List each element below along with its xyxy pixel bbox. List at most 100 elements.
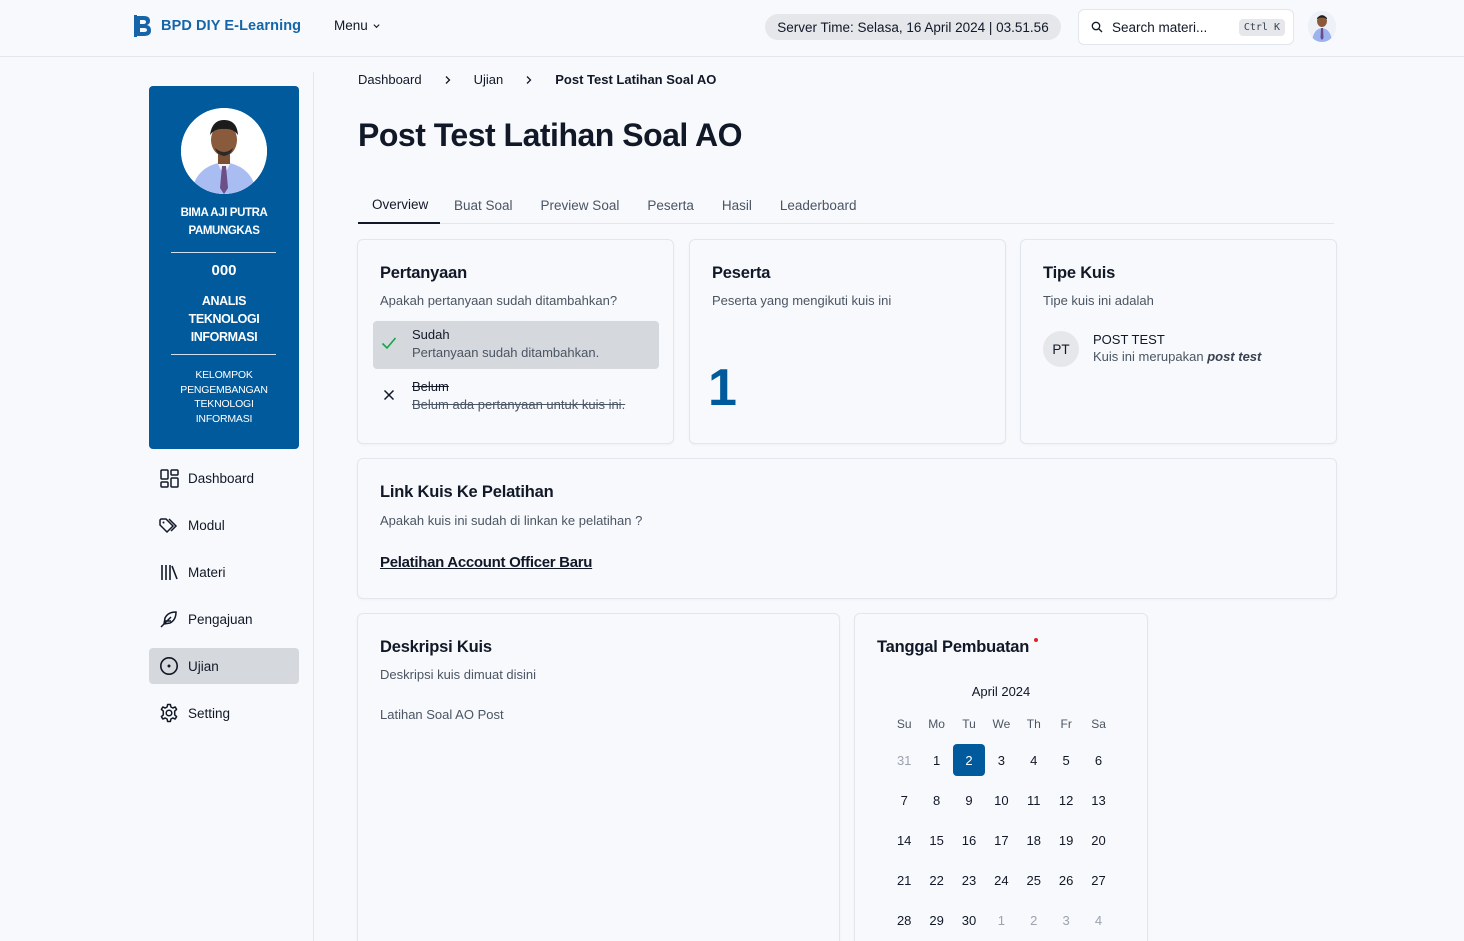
calendar-day[interactable]: 23	[953, 860, 985, 900]
close-icon	[381, 387, 397, 403]
card-title: Link Kuis Ke Pelatihan	[380, 483, 554, 501]
calendar-day[interactable]: 3	[985, 740, 1017, 780]
breadcrumb-current: Post Test Latihan Soal AO	[555, 72, 717, 87]
user-avatar[interactable]	[1308, 11, 1336, 42]
sidebar-item-label: Modul	[188, 517, 225, 533]
calendar-day[interactable]: 17	[985, 820, 1017, 860]
calendar-day[interactable]: 6	[1082, 740, 1114, 780]
calendar-day[interactable]: 25	[1018, 860, 1050, 900]
calendar-day[interactable]: 24	[985, 860, 1017, 900]
calendar-weekday: We	[992, 717, 1011, 731]
sidebar-item-label: Dashboard	[188, 470, 255, 486]
option-label: Sudah	[412, 327, 450, 342]
search-icon	[1091, 21, 1103, 33]
profile-photo	[181, 108, 267, 194]
search-input[interactable]: Search materi... Ctrl K	[1078, 9, 1294, 45]
calendar-day[interactable]: 12	[1050, 780, 1082, 820]
tab-preview-soal[interactable]: Preview Soal	[527, 186, 634, 224]
calendar-day[interactable]: 13	[1082, 780, 1114, 820]
sidebar-item-label: Materi	[188, 564, 226, 580]
calendar-day[interactable]: 11	[1018, 780, 1050, 820]
sidebar-nav: Dashboard Modul Materi Pengajuan Ujian S…	[149, 460, 299, 742]
calendar-day[interactable]: 28	[888, 900, 920, 940]
tab-overview[interactable]: Overview	[358, 186, 440, 224]
option-belum[interactable]: Belum Belum ada pertanyaan untuk kuis in…	[373, 373, 659, 421]
calendar-day[interactable]: 4	[1082, 900, 1114, 940]
card-title: Tipe Kuis	[1043, 264, 1116, 282]
sidebar-item-label: Pengajuan	[188, 611, 253, 627]
sidebar-item-setting[interactable]: Setting	[149, 695, 299, 731]
sidebar-item-materi[interactable]: Materi	[149, 554, 299, 590]
chevron-right-icon	[526, 75, 532, 84]
breadcrumb-link-ujian[interactable]: Ujian	[474, 72, 504, 87]
calendar-day[interactable]: 10	[985, 780, 1017, 820]
calendar-day[interactable]: 2	[1018, 900, 1050, 940]
peserta-card: Peserta Peserta yang mengikuti kuis ini …	[689, 239, 1006, 444]
card-subtitle: Apakah kuis ini sudah di linkan ke pelat…	[380, 513, 643, 528]
sidebar-item-pengajuan[interactable]: Pengajuan	[149, 601, 299, 637]
search-shortcut: Ctrl K	[1238, 18, 1285, 36]
sidebar-item-modul[interactable]: Modul	[149, 507, 299, 543]
calendar-day[interactable]: 7	[888, 780, 920, 820]
quiz-type-desc-em: post test	[1207, 349, 1262, 364]
calendar-day[interactable]: 18	[1018, 820, 1050, 860]
feather-icon	[159, 609, 179, 629]
tab-leaderboard[interactable]: Leaderboard	[766, 186, 871, 224]
tab-bar: Overview Buat Soal Preview Soal Peserta …	[358, 186, 1334, 224]
tanggal-card: Tanggal Pembuatan April 2024 Su Mo Tu We Th F…	[854, 613, 1148, 941]
calendar-day[interactable]: 16	[953, 820, 985, 860]
check-icon	[381, 335, 397, 351]
timer-icon	[159, 656, 179, 676]
calendar-day[interactable]: 15	[920, 820, 952, 860]
card-subtitle: Peserta yang mengikuti kuis ini	[712, 293, 892, 308]
calendar-day[interactable]: 22	[920, 860, 952, 900]
calendar-day[interactable]: 29	[920, 900, 952, 940]
profile-nip: 000	[211, 262, 237, 279]
top-bar: BPD DIY E-Learning Menu Server Time: Sel…	[0, 0, 1464, 57]
participant-count: 1	[708, 359, 737, 417]
calendar-day[interactable]: 19	[1050, 820, 1082, 860]
calendar-day[interactable]: 20	[1082, 820, 1114, 860]
chevron-down-icon	[373, 24, 380, 29]
calendar-day[interactable]: 4	[1018, 740, 1050, 780]
brand[interactable]: BPD DIY E-Learning	[133, 14, 301, 38]
calendar-day[interactable]: 14	[888, 820, 920, 860]
deskripsi-card: Deskripsi Kuis Deskripsi kuis dimuat dis…	[357, 613, 840, 941]
sidebar-item-dashboard[interactable]: Dashboard	[149, 460, 299, 496]
calendar-day[interactable]: 3	[1050, 900, 1082, 940]
library-icon	[159, 562, 179, 582]
calendar-day[interactable]: 27	[1082, 860, 1114, 900]
required-dot	[1034, 638, 1038, 642]
card-subtitle: Deskripsi kuis dimuat disini	[380, 667, 537, 682]
calendar-day[interactable]: 30	[953, 900, 985, 940]
calendar-day[interactable]: 9	[953, 780, 985, 820]
option-desc: Pertanyaan sudah ditambahkan.	[412, 345, 600, 360]
card-title: Tanggal Pembuatan	[877, 638, 1030, 656]
sidebar-item-label: Ujian	[188, 658, 219, 674]
calendar-day-selected[interactable]: 2	[952, 740, 985, 780]
breadcrumb-link-dashboard[interactable]: Dashboard	[358, 72, 422, 87]
card-subtitle: Tipe kuis ini adalah	[1043, 293, 1154, 308]
search-placeholder: Search materi...	[1112, 19, 1208, 35]
menu-dropdown[interactable]: Menu	[334, 18, 381, 33]
description-body: Latihan Soal AO Post	[380, 707, 504, 722]
option-label: Belum	[412, 379, 449, 394]
calendar-day[interactable]: 5	[1050, 740, 1082, 780]
card-title: Deskripsi Kuis	[380, 638, 492, 656]
calendar-day[interactable]: 31	[888, 740, 920, 780]
calendar-weekday: Tu	[962, 717, 976, 731]
card-subtitle: Apakah pertanyaan sudah ditambahkan?	[380, 293, 618, 308]
training-link[interactable]: Pelatihan Account Officer Baru	[380, 554, 592, 571]
option-sudah[interactable]: Sudah Pertanyaan sudah ditambahkan.	[373, 321, 659, 369]
calendar-day[interactable]: 1	[985, 900, 1017, 940]
calendar-day[interactable]: 1	[920, 740, 952, 780]
calendar-grid: Su Mo Tu We Th Fr Sa 31 1 2 3 4 5 6 7 8 9 10 11 12 13 14 15 16 1…	[888, 708, 1115, 940]
calendar-day[interactable]: 26	[1050, 860, 1082, 900]
sidebar-item-ujian[interactable]: Ujian	[149, 648, 299, 684]
tab-hasil[interactable]: Hasil	[708, 186, 766, 224]
tab-buat-soal[interactable]: Buat Soal	[440, 186, 527, 224]
tab-peserta[interactable]: Peserta	[633, 186, 708, 224]
profile-job: ANALIS TEKNOLOGI INFORMASI	[188, 294, 260, 344]
calendar-day[interactable]: 21	[888, 860, 920, 900]
calendar-day[interactable]: 8	[920, 780, 952, 820]
